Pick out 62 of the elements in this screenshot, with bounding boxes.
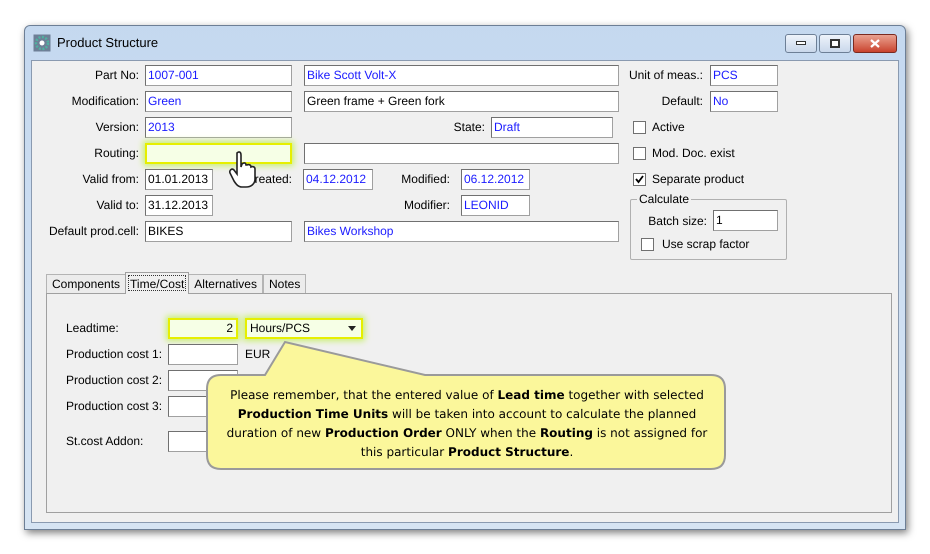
field-label: Modifier: — [402, 197, 450, 214]
field-label: Version: — [94, 119, 139, 136]
field-label: Leadtime: — [66, 320, 120, 337]
field-label: Default prod.cell: — [48, 223, 139, 240]
window-title: Product Structure — [57, 34, 158, 52]
gear-icon — [33, 34, 51, 52]
field-label: reated: — [254, 171, 292, 188]
checkbox-label: Active — [652, 119, 685, 136]
text-field[interactable] — [168, 344, 238, 364]
checkbox[interactable] — [641, 238, 654, 250]
text-field[interactable]: Green — [145, 90, 292, 112]
text-field[interactable]: No — [710, 90, 778, 112]
currency-label: EUR — [245, 346, 270, 363]
text-field[interactable]: 1007-001 — [145, 64, 292, 86]
field-label: Production cost 3: — [66, 398, 164, 415]
checkbox[interactable] — [633, 172, 646, 186]
text-field[interactable]: Draft — [491, 116, 613, 138]
text-field[interactable]: 2013 — [145, 116, 292, 138]
minimize-button[interactable] — [785, 34, 817, 52]
field-label: Part No: — [94, 67, 139, 84]
tab[interactable]: Time/Cost — [125, 272, 190, 294]
maximize-icon — [830, 38, 840, 48]
field-label: Valid to: — [96, 197, 139, 214]
field-label: Unit of meas.: — [628, 67, 703, 84]
field-label: Valid from: — [82, 171, 139, 188]
field-label: Default: — [660, 93, 703, 110]
checkbox[interactable] — [633, 146, 646, 160]
field-label: Production cost 1: — [66, 346, 164, 363]
tab[interactable]: Components — [46, 274, 126, 293]
close-icon — [870, 38, 880, 48]
field-label: Modification: — [70, 93, 139, 110]
checkbox-label: Separate product — [652, 171, 744, 188]
text-field[interactable]: LEONID — [461, 194, 530, 216]
minimize-icon — [796, 41, 806, 45]
text-field[interactable]: 06.12.2012 — [461, 168, 530, 190]
field-label: Batch size: — [647, 212, 707, 230]
text-field[interactable]: Green frame + Green fork — [304, 90, 619, 112]
text-field[interactable]: 2 — [168, 318, 238, 338]
tooltip-text: Please remember, that the entered value of Lead time together with selected Production Time Units will be taken into account to calculate the planned duration of new Production Order ONLY when the Routing is not assigned for this particular Product Structure. — [226, 387, 708, 461]
field-label: St.cost Addon: — [66, 433, 144, 450]
text-field[interactable]: 1 — [713, 210, 778, 231]
close-button[interactable] — [853, 34, 897, 52]
field-label: Routing: — [93, 145, 139, 162]
dropdown[interactable]: Hours/PCS — [245, 318, 363, 338]
text-field[interactable]: BIKES — [145, 220, 292, 242]
text-field[interactable]: 01.01.2013 — [145, 168, 213, 190]
tab[interactable]: Notes — [262, 274, 306, 293]
text-field[interactable]: Bike Scott Volt-X — [304, 64, 619, 86]
text-field[interactable]: 04.12.2012 — [303, 168, 373, 190]
field-label: Production cost 2: — [66, 372, 164, 389]
tab[interactable]: Alternatives — [188, 274, 263, 293]
checkbox-label: Use scrap factor — [662, 236, 750, 253]
maximize-button[interactable] — [819, 34, 851, 52]
text-field[interactable]: PCS — [710, 64, 778, 86]
text-field[interactable]: 31.12.2013 — [145, 194, 213, 216]
text-field[interactable]: Bikes Workshop — [304, 220, 619, 242]
checkbox[interactable] — [633, 120, 646, 134]
checkbox-label: Mod. Doc. exist — [652, 145, 735, 162]
group-title: Calculate — [637, 192, 692, 206]
field-label: Modified: — [400, 171, 450, 188]
field-label: State: — [452, 119, 485, 136]
text-field[interactable] — [304, 142, 619, 164]
